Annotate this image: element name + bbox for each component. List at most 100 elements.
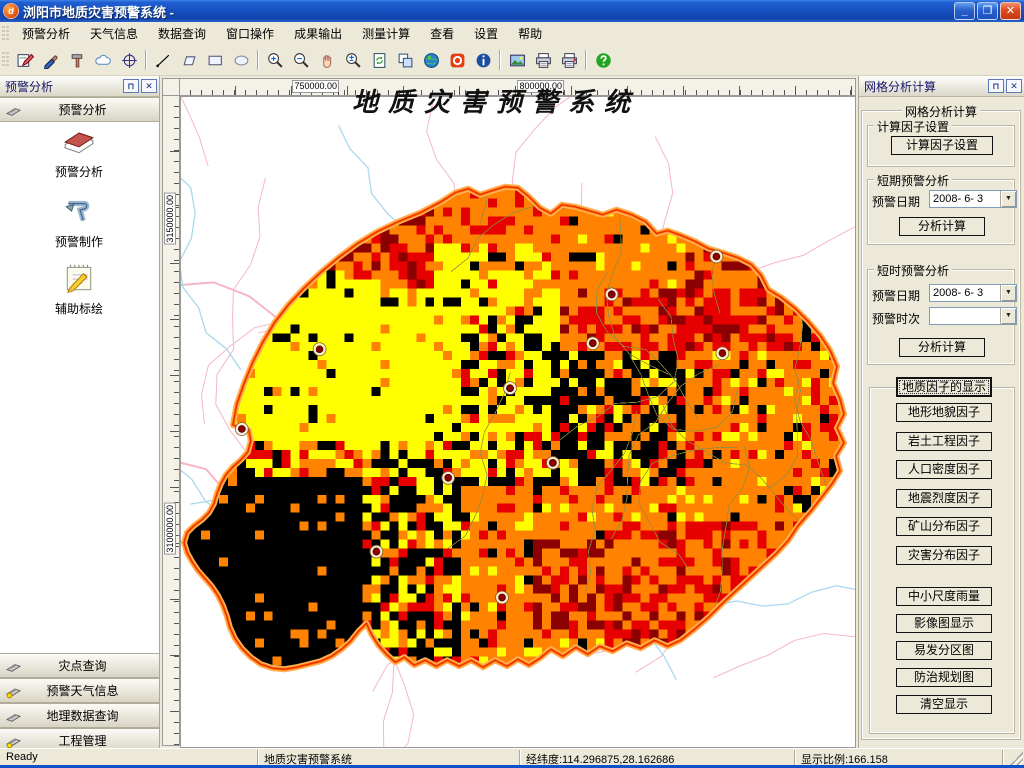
left-accordion-bar-warning-weather-info[interactable]: 预警天气信息 <box>0 678 159 703</box>
factor-button-seismic-intensity[interactable]: 地震烈度因子 <box>896 488 992 508</box>
line-tool-icon[interactable] <box>150 48 176 72</box>
short-time-times-combobox[interactable]: ▼ <box>929 307 1017 325</box>
item-icon <box>0 194 158 231</box>
factor-button-population-density[interactable]: 人口密度因子 <box>896 460 992 479</box>
print-setup-icon[interactable] <box>556 48 582 72</box>
right-panel-title: 网格分析计算 <box>864 79 937 94</box>
zoom-extent-icon[interactable] <box>340 48 366 72</box>
short-term-analyze-button[interactable]: 分析计算 <box>899 217 985 236</box>
map-canvas[interactable] <box>180 96 856 748</box>
title-bar: d 浏阳市地质灾害预警系统 - _ ❐ ✕ <box>0 0 1024 22</box>
map-layer-button-clear-display[interactable]: 清空显示 <box>896 695 992 714</box>
left-panel-item-warning-analysis[interactable]: 预警分析 <box>0 124 158 180</box>
chevron-down-icon[interactable]: ▼ <box>1000 308 1016 324</box>
short-time-group-label: 短时预警分析 <box>874 262 953 279</box>
map-layer-button-meso-scale-rainfall[interactable]: 中小尺度雨量 <box>896 587 992 606</box>
menu-item-view[interactable]: 查看 <box>420 22 464 45</box>
menu-item-weather-info[interactable]: 天气信息 <box>80 22 148 45</box>
zoom-in-icon[interactable] <box>262 48 288 72</box>
toolbar-separator <box>585 50 587 70</box>
help-icon[interactable] <box>590 48 616 72</box>
pan-hand-icon[interactable] <box>314 48 340 72</box>
menu-item-settings[interactable]: 设置 <box>464 22 508 45</box>
close-icon[interactable]: ✕ <box>1006 79 1022 93</box>
zoom-out-icon[interactable] <box>288 48 314 72</box>
menu-item-window-ops[interactable]: 窗口操作 <box>216 22 284 45</box>
toolbar-grip-handle[interactable] <box>2 52 9 68</box>
menu-item-measure-calc[interactable]: 测量计算 <box>352 22 420 45</box>
pin-icon[interactable]: ⊓ <box>988 79 1004 93</box>
left-panel-item-warning-making[interactable]: 预警制作 <box>0 194 158 250</box>
pin-icon[interactable]: ⊓ <box>123 79 139 93</box>
minimize-button[interactable]: _ <box>954 2 975 20</box>
map-layer-button-susceptibility-zoning[interactable]: 易发分区图 <box>896 641 992 660</box>
menu-item-data-query[interactable]: 数据查询 <box>148 22 216 45</box>
restore-button[interactable]: ❐ <box>977 2 998 20</box>
rectangle-tool-icon[interactable] <box>202 48 228 72</box>
left-accordion-bar-geo-data-query[interactable]: 地理数据查询 <box>0 703 159 728</box>
ruler-tick-label: 3150000.00 <box>164 193 176 245</box>
stop-icon[interactable] <box>444 48 470 72</box>
menu-bar: 预警分析 天气信息 数据查询 窗口操作 成果输出 测量计算 查看 设置 帮助 <box>0 22 1024 45</box>
left-accordion-label: 预警分析 <box>58 103 107 117</box>
menu-grip-handle[interactable] <box>2 25 9 42</box>
close-button[interactable]: ✕ <box>1000 2 1021 20</box>
item-label: 预警制作 <box>54 235 103 249</box>
crosshair-icon[interactable] <box>116 48 142 72</box>
right-panel-header: 网格分析计算 ⊓ ✕ <box>859 76 1024 97</box>
left-panel-header: 预警分析 ⊓ ✕ <box>0 76 159 97</box>
short-time-analyze-button[interactable]: 分析计算 <box>899 338 985 357</box>
map-canvas-svg <box>181 97 855 747</box>
map-layer-button-image-display[interactable]: 影像图显示 <box>896 614 992 633</box>
application-window: d 浏阳市地质灾害预警系统 - _ ❐ ✕ 预警分析 天气信息 数据查询 窗口操… <box>0 0 1024 768</box>
globe-icon[interactable] <box>418 48 444 72</box>
map-layer-button-prevention-planning[interactable]: 防治规划图 <box>896 668 992 687</box>
factor-button-mine-distribution[interactable]: 矿山分布因子 <box>896 517 992 536</box>
left-panel-item-aux-plotting[interactable]: 辅助标绘 <box>0 261 158 317</box>
menu-item-result-output[interactable]: 成果输出 <box>284 22 352 45</box>
calc-factor-settings-button[interactable]: 计算因子设置 <box>891 136 993 155</box>
toolbar-separator <box>499 50 501 70</box>
status-bar: Ready 地质灾害预警系统 经纬度:114.296875,28.162686 … <box>0 748 1024 765</box>
left-accordion-bar-disaster-point-query[interactable]: 灾点查询 <box>0 653 159 678</box>
polygon-tool-icon[interactable] <box>176 48 202 72</box>
item-label: 辅助标绘 <box>54 302 103 316</box>
left-accordion-header[interactable]: 预警分析 <box>0 97 159 122</box>
item-label: 预警分析 <box>54 165 103 179</box>
close-icon[interactable]: ✕ <box>141 79 157 93</box>
factor-button-geotechnical[interactable]: 岩土工程因子 <box>896 431 992 451</box>
edit-map-icon[interactable] <box>12 48 38 72</box>
item-icon <box>0 261 158 298</box>
bar-label: 工程管理 <box>58 734 107 748</box>
factor-button-disaster-distribution[interactable]: 灾害分布因子 <box>896 545 992 565</box>
short-time-date-combobox[interactable]: 2008- 6- 3 ▼ <box>929 284 1017 302</box>
factor-button-terrain-landform[interactable]: 地形地貌因子 <box>896 403 992 422</box>
short-term-date-combobox[interactable]: 2008- 6- 3 ▼ <box>929 190 1017 208</box>
menu-items: 预警分析 天气信息 数据查询 窗口操作 成果输出 测量计算 查看 设置 帮助 <box>12 22 552 45</box>
menu-item-warning-analysis[interactable]: 预警分析 <box>12 22 80 45</box>
toolbar-separator <box>145 50 147 70</box>
cloud-icon[interactable] <box>90 48 116 72</box>
geology-factor-display-button[interactable]: 地质因子的显示 <box>896 377 992 397</box>
status-coordinates: 经纬度:114.296875,28.162686 <box>520 749 795 765</box>
info-icon[interactable] <box>470 48 496 72</box>
tool-icon <box>0 102 26 118</box>
brush-icon[interactable] <box>38 48 64 72</box>
chevron-down-icon[interactable]: ▼ <box>1000 191 1016 207</box>
map-area: 750000.00 800000.00 3150000.00 3100000.00 … <box>161 76 858 748</box>
left-panel: 预警分析 ⊓ ✕ 预警分析 预警分析 预警制作 辅助标绘 灾点查询 预警天气信息… <box>0 76 160 753</box>
vertical-ruler: 3150000.00 3100000.00 <box>162 96 180 746</box>
image-view-icon[interactable] <box>504 48 530 72</box>
refresh-icon[interactable] <box>366 48 392 72</box>
print-icon[interactable] <box>530 48 556 72</box>
short-time-date-value: 2008- 6- 3 <box>933 287 984 299</box>
ellipse-tool-icon[interactable] <box>228 48 254 72</box>
menu-item-help[interactable]: 帮助 <box>508 22 552 45</box>
toolbar <box>0 45 1024 76</box>
resize-grip[interactable] <box>1010 752 1023 765</box>
chevron-down-icon[interactable]: ▼ <box>1000 285 1016 301</box>
copy-layers-icon[interactable] <box>392 48 418 72</box>
hammer-icon[interactable] <box>64 48 90 72</box>
window-title: 浏阳市地质灾害预警系统 - <box>23 4 174 20</box>
ruler-corner <box>162 78 180 96</box>
